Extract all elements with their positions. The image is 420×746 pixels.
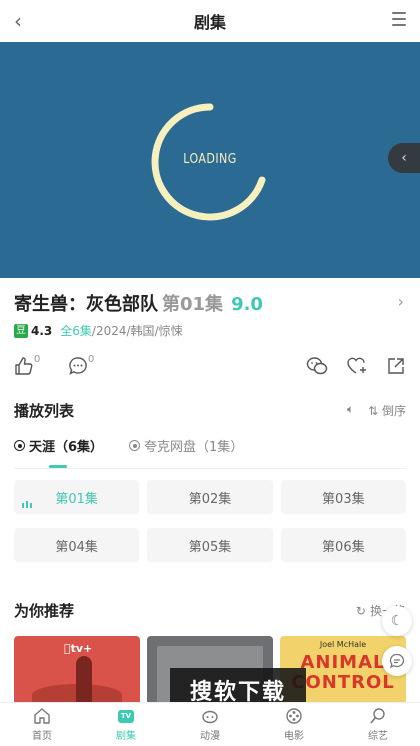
menu-icon[interactable] [392, 12, 406, 26]
episode-grid: 第01集 第02集 第03集 第04集 第05集 第06集 [14, 480, 406, 562]
video-player[interactable]: LOADING ‹ [0, 42, 420, 278]
sort-button[interactable]: ⇅︎ 倒序 [368, 402, 406, 419]
tab-anime[interactable]: 动漫 [168, 703, 252, 746]
episode-button-06[interactable]: 第06集 [280, 528, 406, 562]
back-arrow-icon[interactable]: ‹ [14, 9, 22, 33]
poster-figure [76, 656, 92, 706]
comment-icon [69, 357, 87, 375]
sort-label: 倒序 [381, 404, 406, 418]
poster-actor: Joel McHale [319, 640, 367, 649]
side-panel-toggle[interactable]: ‹ [388, 143, 420, 173]
action-row: 0 0 [0, 354, 420, 384]
douban-icon: 豆 [14, 323, 28, 338]
tab-label: 首页 [32, 731, 52, 742]
heart-plus-icon [347, 357, 366, 374]
anime-icon [201, 707, 219, 725]
tab-label: 剧集 [116, 731, 136, 742]
total-episodes: 全6集 [60, 324, 92, 338]
tab-home[interactable]: 首页 [0, 703, 84, 746]
loading-text: LOADING [183, 152, 237, 167]
moon-icon: ☾ [390, 613, 404, 629]
playlist-title: 播放列表 [14, 402, 75, 420]
tab-movie[interactable]: 电影 [252, 703, 336, 746]
comment-button[interactable]: 0 [68, 354, 94, 381]
episode-button-03[interactable]: 第03集 [280, 480, 406, 514]
episode-label: 第06集 [322, 539, 365, 555]
share-button[interactable] [386, 356, 406, 381]
radio-icon [129, 440, 141, 451]
film-icon [285, 707, 303, 725]
episode-button-05[interactable]: 第05集 [147, 528, 273, 562]
tab-label: 综艺 [368, 731, 388, 742]
recommend-title: 为你推荐 [14, 602, 75, 620]
divider [14, 468, 406, 469]
top-bar: ‹ 剧集 [0, 0, 420, 42]
recommend-card[interactable]: tv+ [14, 636, 140, 706]
share-icon [388, 358, 404, 374]
show-score: 9.0 [231, 294, 263, 315]
meta-row: 豆 4.3 全6集 / 2024 / 韩国 / 惊悚 [14, 322, 183, 339]
playing-icon [22, 501, 32, 508]
refresh-icon: ↻ [355, 603, 366, 618]
home-icon [33, 707, 51, 725]
variety-icon [369, 707, 387, 725]
chat-icon [389, 653, 405, 669]
thumbs-up-icon [15, 357, 33, 375]
source-tab-label: 天涯（6集） [29, 440, 104, 455]
meta-genre: 惊悚 [158, 324, 183, 338]
chevron-left-icon: ‹ [401, 150, 407, 166]
meta-region: 韩国 [130, 324, 155, 338]
episode-button-01[interactable]: 第01集 [14, 480, 140, 514]
wechat-share-button[interactable] [306, 356, 328, 381]
episode-label: 第04集 [55, 539, 98, 555]
source-tabs: 天涯（6集） 夸克网盘（1集） [14, 436, 243, 455]
volume-icon[interactable]: 🔈︎ [347, 402, 354, 419]
source-tab-tianya[interactable]: 天涯（6集） [14, 436, 103, 455]
favorite-button[interactable] [346, 356, 368, 381]
comment-count: 0 [88, 354, 95, 365]
episode-label: 第01集 [55, 491, 98, 507]
playlist-tools: 🔈︎ ⇅︎ 倒序 [347, 402, 406, 419]
tab-variety[interactable]: 综艺 [336, 703, 420, 746]
bottom-tab-bar: 首页 TV 剧集 动漫 电影 综艺 [0, 702, 420, 746]
wechat-icon [306, 357, 328, 375]
episode-button-02[interactable]: 第02集 [147, 480, 273, 514]
meta-year: 2024 [95, 323, 127, 338]
episode-button-04[interactable]: 第04集 [14, 528, 140, 562]
like-button[interactable]: 0 [14, 354, 40, 381]
tab-label: 电影 [284, 731, 304, 742]
episode-label: 第02集 [188, 491, 232, 507]
page-title: 剧集 [193, 13, 226, 32]
like-count: 0 [34, 354, 41, 365]
source-tab-quark[interactable]: 夸克网盘（1集） [129, 436, 243, 455]
dark-mode-button[interactable]: ☾ [382, 606, 412, 636]
tab-label: 动漫 [200, 731, 220, 742]
chevron-right-icon[interactable]: › [398, 292, 404, 311]
show-title: 寄生兽：灰色部队 [14, 294, 158, 315]
douban-score: 4.3 [31, 323, 53, 338]
apple-tv-badge: tv+ [64, 642, 92, 655]
tab-series[interactable]: TV 剧集 [84, 703, 168, 746]
tv-icon: TV [117, 707, 135, 725]
episode-label: 第05集 [188, 539, 232, 555]
source-tab-label: 夸克网盘（1集） [144, 440, 244, 455]
chat-float-button[interactable] [382, 646, 412, 676]
current-episode: 第01集 [162, 294, 224, 315]
title-row[interactable]: 寄生兽：灰色部队 第01集 9.0 [14, 290, 263, 316]
episode-label: 第03集 [322, 491, 365, 507]
radio-selected-icon [14, 440, 25, 451]
